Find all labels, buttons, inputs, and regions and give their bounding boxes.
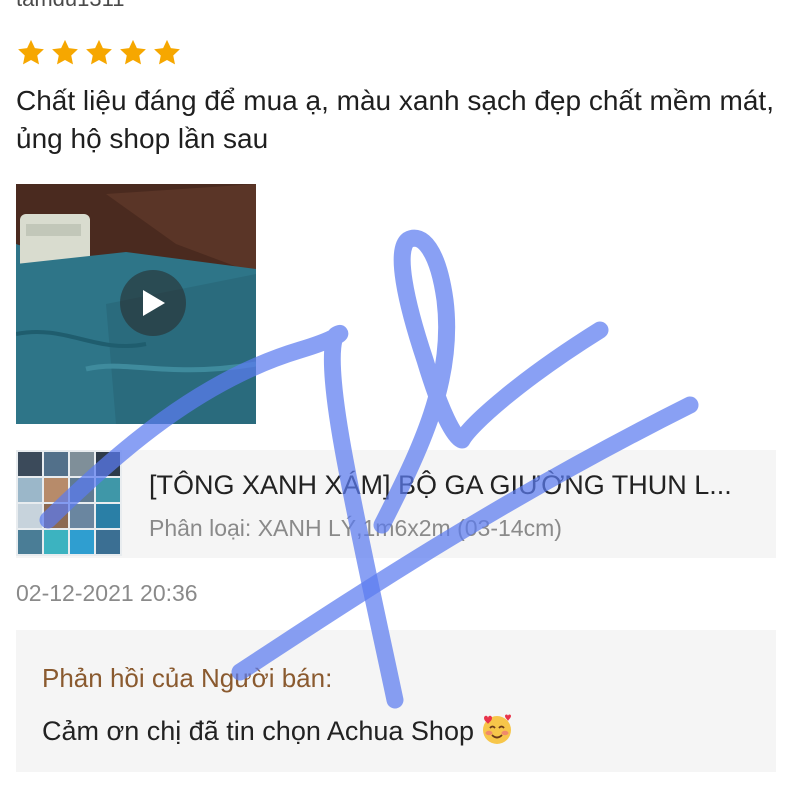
- product-card[interactable]: [TÔNG XANH XÁM] BỘ GA GIƯỜNG THUN L... P…: [16, 450, 776, 558]
- star-icon: [50, 38, 80, 68]
- review-timestamp: 02-12-2021 20:36: [16, 580, 198, 606]
- star-rating: [16, 38, 182, 68]
- reviewer-username: tamdu1311: [16, 0, 124, 12]
- play-icon: [139, 288, 167, 318]
- star-icon: [16, 38, 46, 68]
- play-button[interactable]: [120, 270, 186, 336]
- smiling-face-with-hearts-icon: [480, 712, 514, 754]
- star-icon: [84, 38, 114, 68]
- seller-reply-text-line: Cảm ơn chị đã tin chọn Achua Shop: [42, 712, 514, 754]
- seller-reply-text: Cảm ơn chị đã tin chọn Achua Shop: [42, 716, 474, 746]
- product-variant: Phân loại: XANH LÝ,1m6x2m (03-14cm): [149, 515, 562, 541]
- seller-reply: Phản hồi của Người bán: Cảm ơn chị đã ti…: [16, 630, 776, 772]
- seller-reply-title: Phản hồi của Người bán:: [42, 663, 333, 693]
- product-thumbnail: [16, 450, 122, 556]
- review-video-thumbnail[interactable]: [16, 184, 256, 424]
- star-icon: [152, 38, 182, 68]
- product-name: [TÔNG XANH XÁM] BỘ GA GIƯỜNG THUN L...: [149, 470, 732, 500]
- star-icon: [118, 38, 148, 68]
- review-text: Chất liệu đáng để mua ạ, màu xanh sạch đ…: [16, 85, 774, 154]
